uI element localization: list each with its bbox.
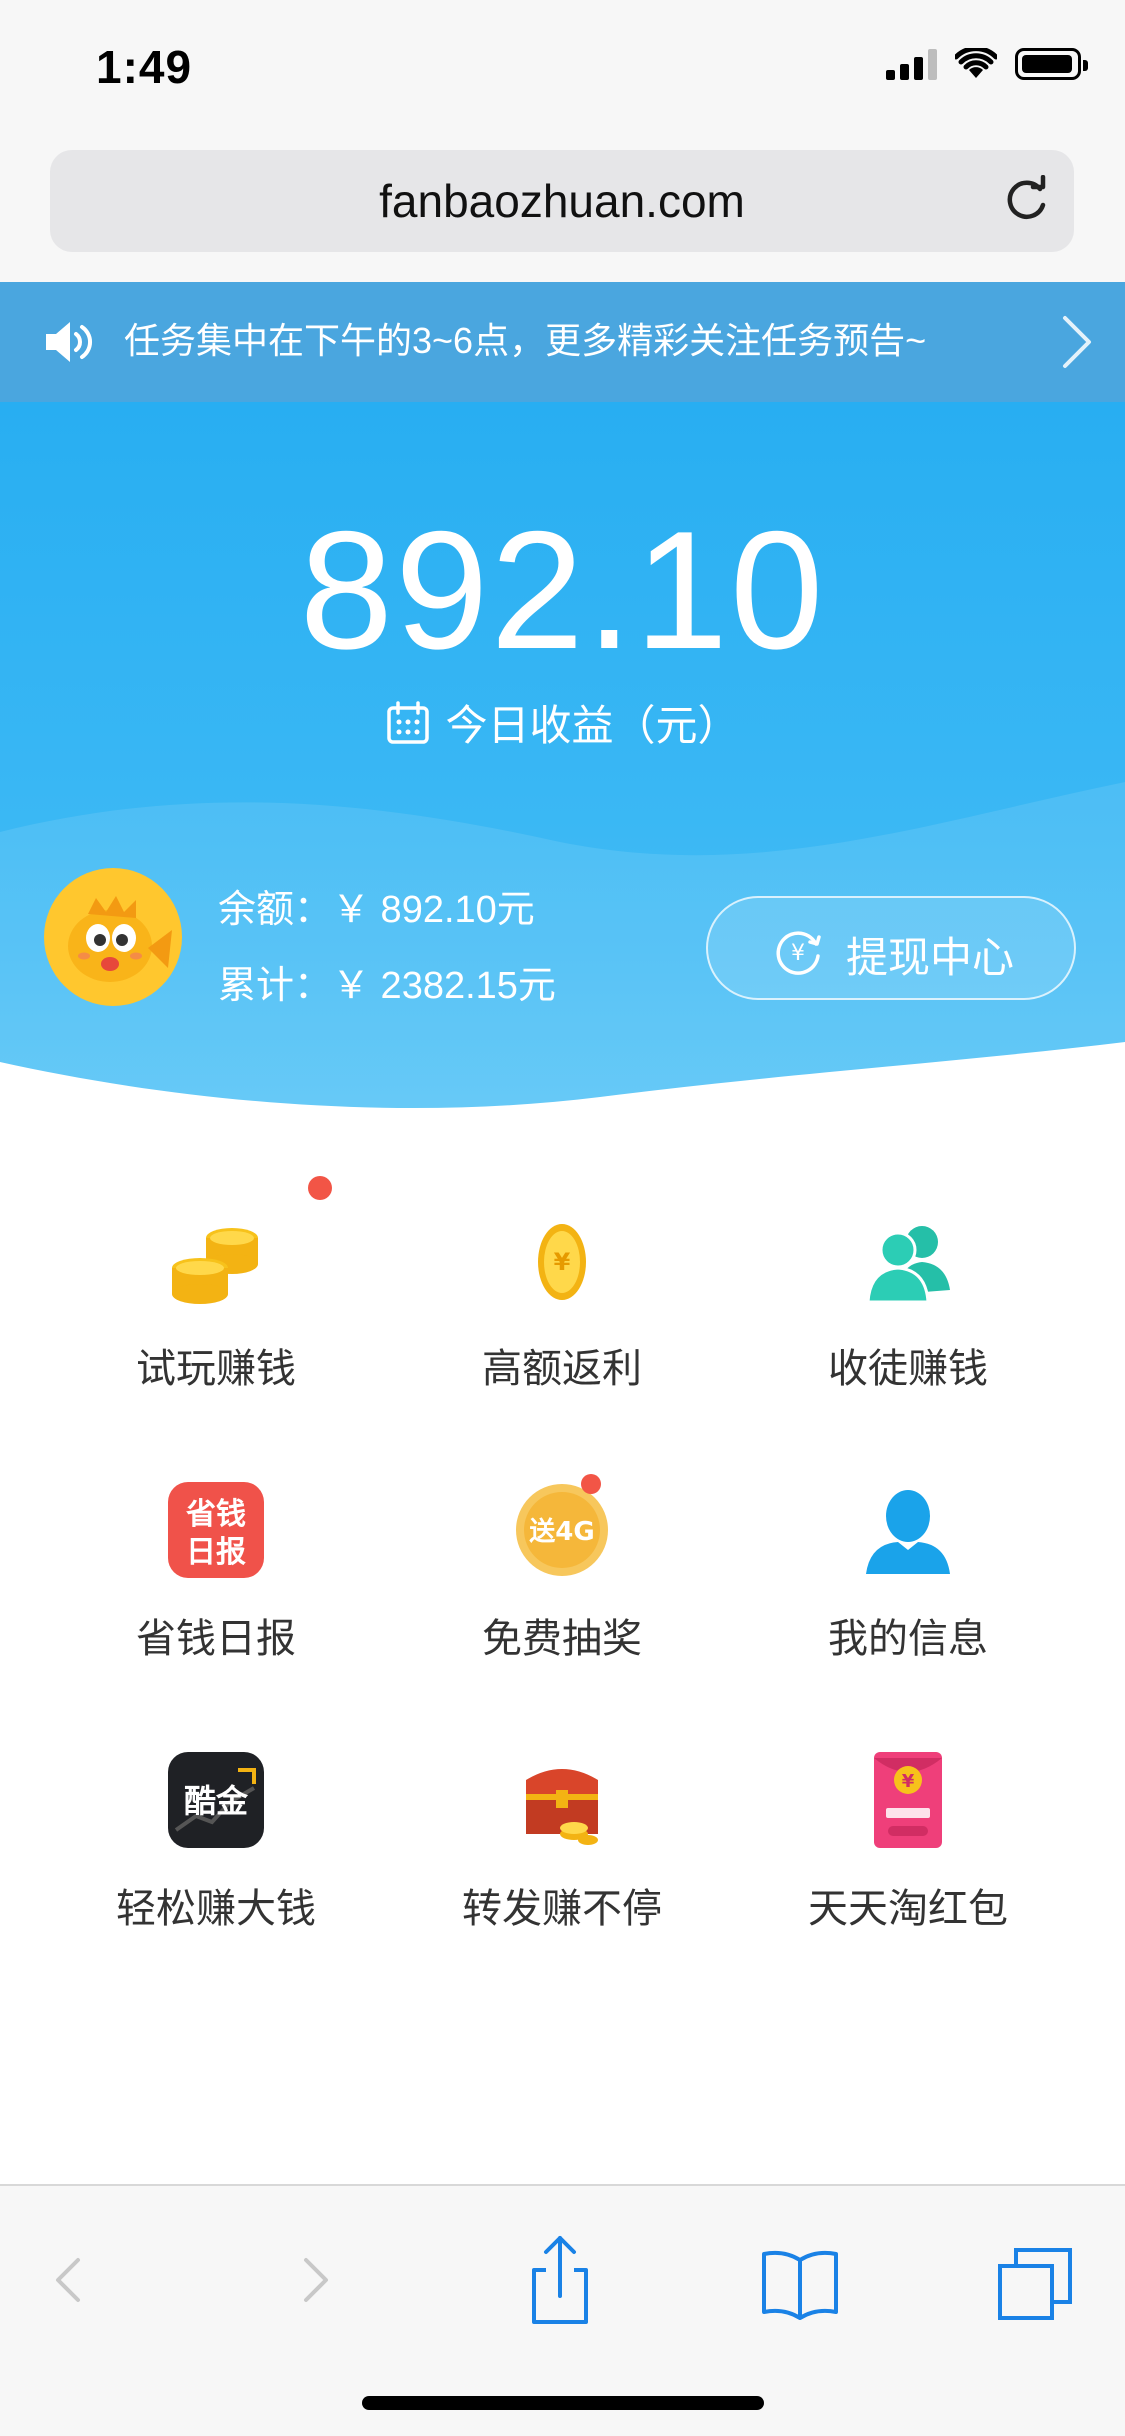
earnings-panel: 892.10 今日收益（元） 余额：￥ 892.10元 累计：￥ 2382.15… bbox=[0, 402, 1125, 1122]
calendar-icon bbox=[387, 701, 430, 744]
menu-item-label: 轻松赚大钱 bbox=[116, 1887, 316, 1931]
wifi-icon bbox=[955, 48, 997, 78]
red-packet-icon: ¥ bbox=[874, 1752, 942, 1848]
lottery-icon: 送4G bbox=[516, 1484, 608, 1576]
fish-mascot-icon bbox=[68, 896, 172, 982]
user-icon bbox=[866, 1490, 950, 1574]
menu-item-high-rebate[interactable]: ¥ 高额返利 bbox=[392, 1160, 732, 1400]
daily-report-icon: 省钱 日报 bbox=[168, 1482, 264, 1578]
chevron-right-icon[interactable] bbox=[1059, 312, 1095, 372]
speaker-icon bbox=[46, 322, 92, 362]
menu-item-label: 我的信息 bbox=[828, 1617, 988, 1661]
menu-item-easy-big-money[interactable]: 酷金 轻松赚大钱 bbox=[46, 1700, 386, 1940]
people-icon bbox=[866, 1226, 950, 1304]
daily-report-icon-text-1: 省钱 bbox=[186, 1497, 246, 1532]
notice-bar[interactable]: 任务集中在下午的3~6点，更多精彩关注任务预告~ bbox=[0, 282, 1125, 402]
today-earnings-label-text: 今日收益（元） bbox=[445, 702, 740, 749]
page: 1:49 fanbaozhuan.com 任务集中在下午的3~6点，更多精彩关注… bbox=[0, 0, 1125, 2436]
menu-item-label: 天天淘红包 bbox=[808, 1887, 1008, 1931]
menu-item-my-info[interactable]: 我的信息 bbox=[738, 1430, 1078, 1670]
tabs-icon[interactable] bbox=[996, 2230, 1076, 2330]
menu-item-daily-red-packet[interactable]: ¥ 天天淘红包 bbox=[738, 1700, 1078, 1940]
status-time: 1:49 bbox=[96, 41, 193, 93]
kujin-icon-text: 酷金 bbox=[184, 1782, 249, 1820]
menu-item-label: 试玩赚钱 bbox=[136, 1347, 296, 1391]
coins-stack-icon bbox=[172, 1228, 258, 1304]
gold-coin-icon: ¥ bbox=[538, 1224, 586, 1300]
home-indicator[interactable] bbox=[362, 2396, 764, 2410]
menu-item-share-earn[interactable]: 转发赚不停 bbox=[392, 1700, 732, 1940]
svg-text:¥: ¥ bbox=[554, 1248, 571, 1276]
url-text: fanbaozhuan.com bbox=[379, 175, 745, 227]
daily-report-icon-text-2: 日报 bbox=[186, 1535, 246, 1570]
reload-icon[interactable] bbox=[1000, 175, 1052, 227]
withdraw-center-button[interactable]: ¥ 提现中心 bbox=[706, 896, 1076, 1000]
forward-icon[interactable] bbox=[276, 2230, 356, 2330]
browser-address-area: fanbaozhuan.com bbox=[0, 140, 1125, 282]
menu-item-free-lottery[interactable]: 送4G 免费抽奖 bbox=[392, 1430, 732, 1670]
notice-text: 任务集中在下午的3~6点，更多精彩关注任务预告~ bbox=[124, 320, 927, 361]
battery-icon bbox=[1015, 48, 1088, 80]
balance-text: 余额：￥ 892.10元 bbox=[218, 889, 535, 931]
status-icons bbox=[886, 48, 1088, 80]
menu-item-label: 转发赚不停 bbox=[462, 1887, 662, 1931]
withdraw-center-label: 提现中心 bbox=[846, 934, 1015, 981]
treasure-chest-icon bbox=[526, 1769, 598, 1845]
back-icon[interactable] bbox=[28, 2230, 108, 2330]
total-earnings-text: 累计：￥ 2382.15元 bbox=[218, 965, 556, 1007]
today-earnings-label: 今日收益（元） bbox=[0, 692, 1125, 753]
notification-dot bbox=[581, 1474, 601, 1494]
menu-item-label: 收徒赚钱 bbox=[828, 1347, 988, 1391]
today-earnings-amount: 892.10 bbox=[299, 496, 826, 684]
address-bar[interactable]: fanbaozhuan.com bbox=[50, 150, 1074, 252]
status-bar: 1:49 bbox=[0, 0, 1125, 140]
menu-item-label: 高额返利 bbox=[482, 1347, 642, 1391]
notification-dot bbox=[308, 1176, 332, 1200]
bookmarks-icon[interactable] bbox=[760, 2230, 840, 2330]
menu-item-label: 免费抽奖 bbox=[482, 1617, 642, 1661]
menu-item-label: 省钱日报 bbox=[136, 1617, 296, 1661]
svg-text:¥: ¥ bbox=[791, 941, 805, 966]
avatar[interactable] bbox=[44, 868, 182, 1006]
signal-icon bbox=[886, 48, 937, 80]
kujin-app-icon: 酷金 bbox=[168, 1752, 264, 1848]
lottery-icon-text: 送4G bbox=[529, 1517, 594, 1547]
menu-item-recruit-earn[interactable]: 收徒赚钱 bbox=[738, 1160, 1078, 1400]
menu-item-trial-earn[interactable]: 试玩赚钱 bbox=[46, 1160, 386, 1400]
share-icon[interactable] bbox=[520, 2230, 600, 2330]
menu-item-savings-daily[interactable]: 省钱 日报 省钱日报 bbox=[46, 1430, 386, 1670]
yuan-refresh-icon: ¥ bbox=[776, 931, 821, 975]
svg-text:¥: ¥ bbox=[902, 1771, 915, 1792]
